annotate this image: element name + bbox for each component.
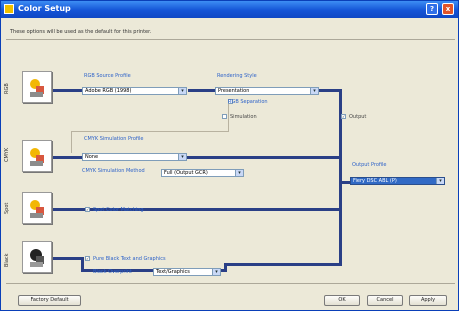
- black-overprint-value: Text/Graphics: [156, 269, 190, 275]
- flow-line: [53, 156, 82, 159]
- flow-line: [53, 89, 82, 92]
- chevron-down-icon: ▾: [235, 170, 243, 176]
- chevron-down-icon: ▾: [178, 154, 186, 160]
- app-icon: [4, 4, 14, 14]
- flow-line: [224, 263, 341, 266]
- rendering-style-select[interactable]: Presentation ▾: [215, 87, 319, 95]
- row-label-black: Black: [4, 253, 10, 267]
- intro-text: These options will be used as the defaul…: [10, 29, 152, 35]
- flow-line: [319, 89, 341, 92]
- rgb-source-profile-label: RGB Source Profile: [84, 73, 131, 79]
- factory-default-button[interactable]: Factory Default: [18, 295, 81, 306]
- flow-line: [341, 181, 350, 184]
- divider: [6, 39, 455, 40]
- title-bar: Color Setup ? x: [1, 1, 458, 18]
- pure-black-label: Pure Black Text and Graphics: [93, 256, 166, 262]
- chevron-down-icon: ▾: [178, 88, 186, 94]
- help-button[interactable]: ?: [426, 3, 438, 15]
- cancel-button[interactable]: Cancel: [367, 295, 403, 306]
- cmyk-simulation-method-select[interactable]: Full (Output GCR) ▾: [161, 169, 244, 177]
- color-setup-window: Color Setup ? x These options will be us…: [0, 0, 459, 311]
- output-label: Output: [349, 114, 367, 120]
- row-label-rgb: RGB: [4, 83, 10, 94]
- window-title: Color Setup: [18, 4, 71, 13]
- divider: [6, 283, 455, 284]
- chevron-down-icon: ▾: [212, 269, 220, 275]
- spot-color-matching-checkbox[interactable]: ✓: [85, 207, 90, 212]
- apply-button[interactable]: Apply: [409, 295, 447, 306]
- flow-line: [187, 156, 341, 159]
- black-overprint-select[interactable]: Text/Graphics ▾: [153, 268, 221, 276]
- cmyk-thumbnail: [22, 140, 52, 172]
- flow-line: [188, 89, 215, 92]
- cmyk-simulation-method-label: CMYK Simulation Method: [82, 168, 145, 174]
- cmyk-simulation-profile-value: None: [85, 154, 99, 160]
- row-label-spot: Spot: [4, 202, 10, 214]
- output-profile-value: Fiery DSC ABL (P): [353, 178, 397, 184]
- black-thumbnail: [22, 241, 52, 273]
- flow-line: [53, 257, 83, 260]
- rgb-source-profile-select[interactable]: Adobe RGB (1998) ▾: [82, 87, 187, 95]
- simulation-checkbox[interactable]: [222, 114, 227, 119]
- output-profile-select[interactable]: Fiery DSC ABL (P) ▾: [350, 177, 445, 185]
- rgb-separation-label: RGB Separation: [228, 99, 268, 105]
- simulation-label: Simulation: [230, 114, 257, 120]
- pure-black-checkbox[interactable]: ✓: [85, 256, 90, 261]
- cmyk-simulation-profile-label: CMYK Simulation Profile: [84, 136, 144, 142]
- cmyk-simulation-method-value: Full (Output GCR): [164, 170, 208, 176]
- spot-color-matching-label: Spot Color Matching: [93, 207, 144, 213]
- close-button[interactable]: x: [442, 3, 454, 15]
- row-label-cmyk: CMYK: [4, 147, 10, 162]
- output-profile-label: Output Profile: [352, 162, 387, 168]
- rgb-source-profile-value: Adobe RGB (1998): [85, 88, 132, 94]
- output-checkbox[interactable]: ✓: [341, 114, 346, 119]
- rendering-style-value: Presentation: [218, 88, 250, 94]
- ok-button[interactable]: OK: [324, 295, 360, 306]
- chevron-down-icon: ▾: [436, 178, 444, 184]
- spot-thumbnail: [22, 192, 52, 224]
- rendering-style-label: Rendering Style: [217, 73, 257, 79]
- black-overprint-label: Black Overprint: [93, 269, 132, 275]
- connector-line: [71, 131, 229, 132]
- chevron-down-icon: ▾: [310, 88, 318, 94]
- cmyk-simulation-profile-select[interactable]: None ▾: [82, 153, 187, 161]
- rgb-thumbnail: [22, 71, 52, 103]
- connector-line: [71, 131, 72, 153]
